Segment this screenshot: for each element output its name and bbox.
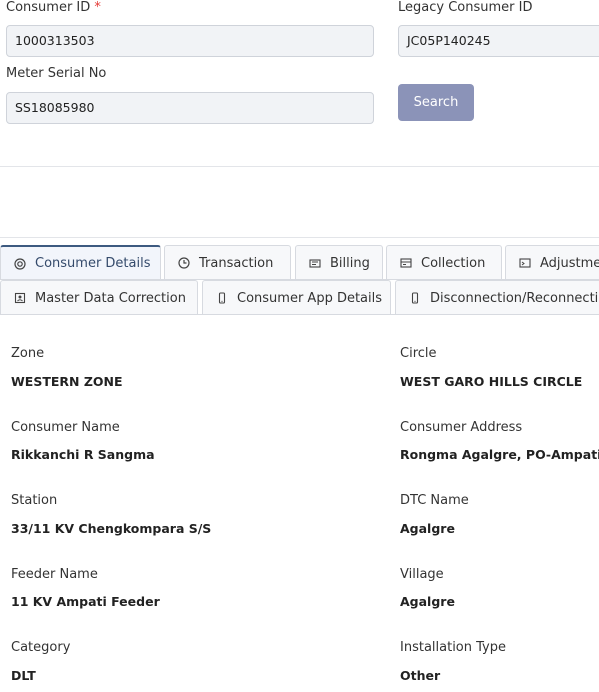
tab-bar-primary: Consumer Details Transaction Billing Col…	[0, 245, 599, 280]
search-button[interactable]: Search	[398, 84, 474, 121]
tab-label: Collection	[421, 255, 486, 271]
tab-bar-secondary: Master Data Correction Consumer App Deta…	[0, 280, 599, 315]
meter-serial-input[interactable]: SS18085980	[6, 92, 374, 124]
target-icon	[13, 257, 27, 271]
tab-consumer-details[interactable]: Consumer Details	[0, 245, 161, 280]
circle-value: WEST GARO HILLS CIRCLE	[400, 374, 583, 389]
tab-transaction[interactable]: Transaction	[164, 245, 291, 280]
tab-label: Adjustme	[540, 255, 599, 271]
tab-consumer-app-details[interactable]: Consumer App Details	[202, 280, 391, 315]
legacy-consumer-id-input[interactable]: JC05P140245	[398, 25, 599, 57]
tab-label: Billing	[330, 255, 370, 271]
installation-type-value: Other	[400, 668, 441, 683]
collection-icon	[399, 256, 413, 270]
circle-label: Circle	[400, 346, 437, 361]
zone-value: WESTERN ZONE	[11, 374, 123, 389]
consumer-address-value: Rongma Agalgre, PO-Ampati	[400, 447, 599, 462]
mobile-icon	[408, 291, 422, 305]
meter-serial-label: Meter Serial No	[6, 66, 107, 81]
consumer-address-label: Consumer Address	[400, 420, 523, 435]
id-card-icon	[13, 291, 27, 305]
divider	[0, 237, 599, 238]
bill-icon	[308, 256, 322, 270]
mobile-icon	[215, 291, 229, 305]
tab-divider	[0, 314, 599, 315]
tab-label: Transaction	[199, 255, 274, 271]
consumer-id-input[interactable]: 1000313503	[6, 25, 374, 57]
tab-disconnection-reconnection[interactable]: Disconnection/Reconnectio	[395, 280, 599, 315]
station-label: Station	[11, 493, 58, 508]
installation-type-label: Installation Type	[400, 640, 506, 655]
tab-label: Consumer Details	[35, 256, 151, 271]
feeder-name-label: Feeder Name	[11, 567, 98, 582]
category-value: DLT	[11, 668, 36, 683]
tab-adjustment[interactable]: Adjustme	[505, 245, 599, 280]
tab-collection[interactable]: Collection	[386, 245, 502, 280]
village-label: Village	[400, 567, 444, 582]
tab-label: Consumer App Details	[237, 290, 383, 306]
clock-icon	[177, 256, 191, 270]
adjustment-icon	[518, 256, 532, 270]
consumer-id-label-text: Consumer ID	[6, 0, 91, 15]
dtc-name-label: DTC Name	[400, 493, 469, 508]
consumer-name-value: Rikkanchi R Sangma	[11, 447, 155, 462]
tab-label: Master Data Correction	[35, 290, 186, 306]
village-value: Agalgre	[400, 594, 455, 609]
station-value: 33/11 KV Chengkompara S/S	[11, 521, 212, 536]
divider	[0, 166, 599, 167]
consumer-id-label: Consumer ID *	[6, 0, 101, 15]
consumer-name-label: Consumer Name	[11, 420, 120, 435]
tab-label: Disconnection/Reconnectio	[430, 290, 599, 306]
category-label: Category	[11, 640, 71, 655]
dtc-name-value: Agalgre	[400, 521, 455, 536]
tab-master-data-correction[interactable]: Master Data Correction	[0, 280, 198, 315]
feeder-name-value: 11 KV Ampati Feeder	[11, 594, 160, 609]
zone-label: Zone	[11, 346, 45, 361]
tab-billing[interactable]: Billing	[295, 245, 383, 280]
legacy-consumer-id-label: Legacy Consumer ID	[398, 0, 533, 15]
required-mark: *	[94, 0, 101, 15]
